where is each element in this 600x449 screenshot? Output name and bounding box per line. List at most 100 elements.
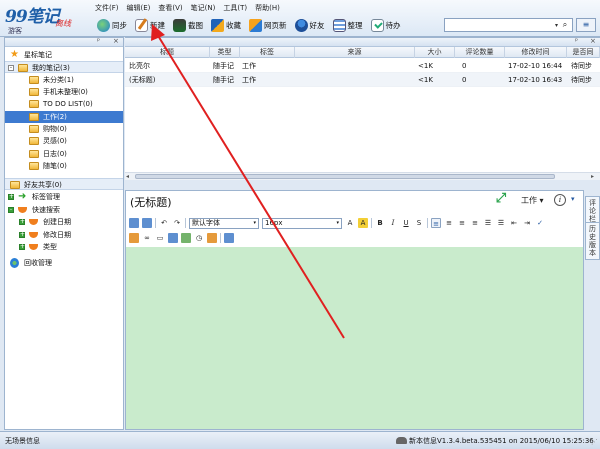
highlight-icon[interactable]: A bbox=[358, 218, 368, 228]
bullet-list-icon[interactable]: ☰ bbox=[496, 218, 506, 228]
redo-icon[interactable]: ↷ bbox=[172, 218, 182, 228]
check-icon[interactable]: ✓ bbox=[535, 218, 545, 228]
sync-button[interactable]: 同步 bbox=[95, 17, 129, 33]
table-row[interactable]: 比亮尔 随手记 工作 <1K 0 17-02-10 16:44 待同步 bbox=[125, 59, 600, 73]
format-toolbar-row-1: ↶ ↷ 默认字体 ▾ 16px ▾ A A B I U S ≡ ≡ ≡ ≡ ☰ ☰ … bbox=[129, 217, 545, 229]
tree-item[interactable]: + ➜ 标签管理 bbox=[5, 191, 123, 203]
category-dropdown[interactable]: 工作 ▾ bbox=[521, 195, 544, 206]
menu-file[interactable]: 文件(F) bbox=[95, 3, 119, 15]
tree-item[interactable]: TO DO LIST(0) bbox=[5, 98, 123, 110]
insert-image-icon[interactable] bbox=[129, 218, 139, 228]
italic-icon[interactable]: I bbox=[388, 218, 398, 228]
undo-icon[interactable]: ↶ bbox=[159, 218, 169, 228]
menu-help[interactable]: 帮助(H) bbox=[255, 3, 280, 15]
friends-button[interactable]: 好友 bbox=[293, 17, 327, 33]
strikethrough-icon[interactable]: S bbox=[414, 218, 424, 228]
align-left-icon[interactable]: ≡ bbox=[431, 218, 441, 228]
tab-history[interactable]: 历史版本 bbox=[585, 222, 600, 260]
tree-item[interactable]: 未分类(1) bbox=[5, 74, 123, 86]
paint-icon[interactable] bbox=[129, 233, 139, 243]
menu-note[interactable]: 笔记(N) bbox=[191, 3, 216, 15]
list-view-button[interactable]: ≡ bbox=[576, 18, 596, 32]
pin-icon[interactable]: ᵖ bbox=[97, 37, 100, 45]
search-icon[interactable]: ⌕ bbox=[560, 20, 570, 30]
organize-button[interactable]: 整理 bbox=[331, 17, 365, 33]
menu-view[interactable]: 查看(V) bbox=[158, 3, 182, 15]
favorite-button[interactable]: 收藏 bbox=[209, 17, 243, 33]
table-row[interactable]: (无标题) 随手记 工作 <1K 0 17-02-10 16:43 待同步 bbox=[125, 73, 600, 87]
clock-icon[interactable]: ◷ bbox=[194, 233, 204, 243]
expand-icon[interactable]: + bbox=[19, 232, 25, 238]
expand-icon[interactable]: + bbox=[19, 244, 25, 250]
table-icon[interactable] bbox=[168, 233, 178, 243]
source-view-icon[interactable] bbox=[224, 233, 234, 243]
collapse-icon[interactable]: - bbox=[8, 207, 14, 213]
resize-grip-icon[interactable]: ⋰ bbox=[591, 438, 598, 446]
tree-item[interactable]: 灵感(0) bbox=[5, 135, 123, 147]
horizontal-scrollbar[interactable]: ◂ ▸ bbox=[125, 172, 600, 180]
menu-edit[interactable]: 编辑(E) bbox=[127, 3, 151, 15]
justify-icon[interactable]: ≡ bbox=[470, 218, 480, 228]
expand-icon[interactable]: + bbox=[8, 194, 14, 200]
font-family-select[interactable]: 默认字体 ▾ bbox=[189, 217, 259, 229]
bold-icon[interactable]: B bbox=[375, 218, 385, 228]
align-center-icon[interactable]: ≡ bbox=[444, 218, 454, 228]
tree-item[interactable]: 回收管理 bbox=[5, 257, 123, 269]
close-icon[interactable]: × bbox=[113, 37, 119, 45]
scroll-right-icon[interactable]: ▸ bbox=[591, 173, 594, 180]
scroll-thumb[interactable] bbox=[135, 174, 555, 179]
search-dropdown-icon[interactable]: ▾ bbox=[555, 22, 558, 29]
user-label[interactable]: 游客 bbox=[8, 26, 22, 36]
underline-icon[interactable]: U bbox=[401, 218, 411, 228]
tree-item[interactable]: - 快速搜索 bbox=[5, 204, 123, 216]
note-content-area[interactable] bbox=[126, 247, 583, 429]
column-source[interactable]: 来源 bbox=[295, 47, 415, 58]
column-type[interactable]: 类型 bbox=[210, 47, 240, 58]
search-input[interactable] bbox=[445, 19, 545, 31]
tree-item[interactable]: - 我的笔记(3) bbox=[5, 61, 123, 73]
font-size-select[interactable]: 16px ▾ bbox=[262, 217, 342, 229]
note-title[interactable]: (无标题) bbox=[130, 194, 172, 210]
column-comments[interactable]: 评论数量 bbox=[455, 47, 505, 58]
save-icon[interactable] bbox=[142, 218, 152, 228]
row-tag: 工作 bbox=[242, 76, 256, 84]
column-modified[interactable]: 修改时间 bbox=[505, 47, 567, 58]
info-icon[interactable]: i bbox=[554, 194, 566, 206]
tree-item[interactable]: 手机未整理(0) bbox=[5, 86, 123, 98]
menu-tools[interactable]: 工具(T) bbox=[223, 3, 247, 15]
horizontal-rule-icon[interactable] bbox=[181, 233, 191, 243]
close-icon[interactable]: × bbox=[590, 38, 596, 45]
row-title: 比亮尔 bbox=[129, 62, 150, 70]
more-dropdown-icon[interactable]: ▾ bbox=[571, 195, 575, 203]
scroll-left-icon[interactable]: ◂ bbox=[126, 173, 129, 180]
tree-item[interactable]: 好友共享(0) bbox=[5, 178, 123, 190]
column-title[interactable]: 标题 bbox=[125, 47, 210, 58]
column-sync[interactable]: 是否同 bbox=[567, 47, 600, 58]
column-size[interactable]: 大小 bbox=[415, 47, 455, 58]
expand-icon[interactable]: ⤢ bbox=[494, 192, 508, 206]
tree-item[interactable]: + 修改日期 bbox=[5, 229, 123, 241]
tree-item[interactable]: ★ 星标笔记 bbox=[5, 49, 123, 61]
eraser-icon[interactable]: ▭ bbox=[155, 233, 165, 243]
align-right-icon[interactable]: ≡ bbox=[457, 218, 467, 228]
expand-icon[interactable]: + bbox=[19, 219, 25, 225]
collapse-icon[interactable]: - bbox=[8, 65, 14, 71]
text-color-icon[interactable]: A bbox=[345, 218, 355, 228]
tree-item[interactable]: 随笔(0) bbox=[5, 160, 123, 172]
web-clip-button[interactable]: 网页新 bbox=[247, 17, 289, 33]
new-note-button[interactable]: 新建 bbox=[133, 17, 167, 33]
pin-icon[interactable]: ᵖ bbox=[575, 38, 578, 45]
tree-item[interactable]: + 类型 bbox=[5, 241, 123, 253]
column-tag[interactable]: 标签 bbox=[240, 47, 295, 58]
indent-icon[interactable]: ⇥ bbox=[522, 218, 532, 228]
tree-item[interactable]: 工作(2) bbox=[5, 111, 123, 123]
ordered-list-icon[interactable]: ☰ bbox=[483, 218, 493, 228]
emoticon-icon[interactable] bbox=[207, 233, 217, 243]
todo-button[interactable]: 待办 bbox=[369, 17, 403, 33]
outdent-icon[interactable]: ⇤ bbox=[509, 218, 519, 228]
tree-item[interactable]: + 创建日期 bbox=[5, 216, 123, 228]
screenshot-button[interactable]: 截图 bbox=[171, 17, 205, 33]
tree-item[interactable]: 日志(0) bbox=[5, 148, 123, 160]
tree-item[interactable]: 购物(0) bbox=[5, 123, 123, 135]
link-icon[interactable]: ∞ bbox=[142, 233, 152, 243]
